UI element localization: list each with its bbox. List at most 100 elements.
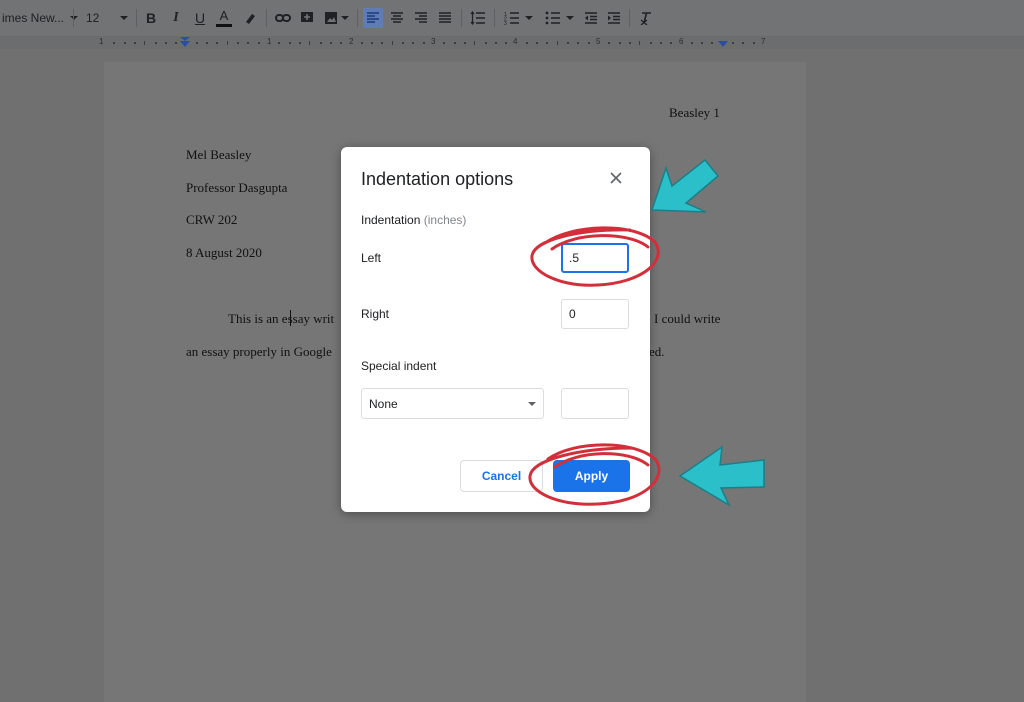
- left-indent-label: Left: [361, 251, 382, 265]
- ruler-number: 1: [99, 37, 104, 46]
- ruler-number: 3: [431, 37, 436, 46]
- decrease-indent-icon: [585, 12, 597, 24]
- apply-button[interactable]: Apply: [553, 460, 630, 492]
- italic-button[interactable]: I: [166, 8, 186, 28]
- right-indent-field[interactable]: 0: [561, 299, 629, 329]
- right-indent-marker[interactable]: [718, 41, 728, 47]
- ruler-tick: [505, 42, 507, 44]
- ruler-tick: [588, 42, 590, 44]
- ruler-tick: [381, 42, 383, 44]
- ruler-tick: [536, 42, 538, 44]
- indentation-section-label: Indentation (inches): [361, 213, 466, 227]
- ruler-tick: [165, 42, 167, 44]
- left-indent-value: .5: [569, 251, 580, 265]
- italic-icon: I: [173, 10, 179, 25]
- ruler-tick: [546, 42, 548, 44]
- doc-body-line1-left: This is an essay writ: [228, 311, 335, 326]
- ruler-tick: [361, 42, 363, 44]
- left-indent-marker[interactable]: [180, 41, 190, 47]
- increase-indent-icon: [608, 12, 620, 24]
- toolbar-divider: [357, 9, 358, 27]
- underline-button[interactable]: U: [190, 8, 210, 28]
- ruler-tick: [392, 41, 393, 45]
- ruler-tick: [278, 42, 280, 44]
- increase-indent-button[interactable]: [604, 8, 624, 28]
- ruler-tick: [619, 42, 621, 44]
- add-comment-button[interactable]: [297, 8, 317, 28]
- text-color-button[interactable]: A: [214, 8, 234, 28]
- align-center-icon: [391, 12, 403, 23]
- ruler-tick: [309, 41, 310, 45]
- section-unit-hint: (inches): [423, 213, 467, 227]
- numbered-list-button[interactable]: 123: [501, 8, 535, 28]
- align-left-button[interactable]: [363, 8, 383, 28]
- ruler-tick: [670, 42, 672, 44]
- decrease-indent-button[interactable]: [581, 8, 601, 28]
- clear-formatting-button[interactable]: [636, 8, 656, 28]
- align-right-button[interactable]: [411, 8, 431, 28]
- special-indent-amount-field[interactable]: [561, 388, 629, 419]
- ruler-tick: [402, 42, 404, 44]
- toolbar-divider: [73, 9, 74, 27]
- ruler-tick: [526, 42, 528, 44]
- ruler-tick: [629, 42, 631, 44]
- left-indent-field[interactable]: .5: [561, 243, 629, 273]
- cancel-button[interactable]: Cancel: [460, 460, 543, 492]
- justify-button[interactable]: [435, 8, 455, 28]
- special-indent-selected: None: [369, 396, 398, 411]
- link-button[interactable]: [273, 8, 293, 28]
- doc-line-date: 8 August 2020: [186, 245, 262, 260]
- line-spacing-button[interactable]: [468, 8, 488, 28]
- close-button[interactable]: [607, 169, 625, 187]
- section-title: Indentation: [361, 213, 421, 227]
- bold-icon: B: [145, 10, 157, 26]
- font-family-dropdown[interactable]: imes New...: [0, 8, 79, 28]
- toolbar-divider: [461, 9, 462, 27]
- ruler-tick: [454, 42, 456, 44]
- ruler-tick: [340, 42, 342, 44]
- bulleted-list-button[interactable]: [542, 8, 576, 28]
- font-size-value: 12: [86, 11, 100, 25]
- ruler-tick: [155, 42, 157, 44]
- ruler-number: 2: [349, 37, 354, 46]
- ruler-number: 1: [267, 37, 272, 46]
- justify-icon: [439, 12, 451, 23]
- ruler-tick: [691, 42, 693, 44]
- ruler-tick: [237, 42, 239, 44]
- ruler-tick: [216, 42, 218, 44]
- highlight-button[interactable]: [240, 8, 260, 28]
- ruler-tick: [134, 42, 136, 44]
- indentation-options-dialog: Indentation options Indentation (inches)…: [341, 147, 650, 512]
- text-color-icon: A: [216, 9, 232, 27]
- ruler-tick: [144, 41, 145, 45]
- close-icon: [610, 172, 622, 184]
- ruler-tick: [557, 41, 558, 45]
- insert-image-button[interactable]: [321, 8, 351, 28]
- bold-button[interactable]: B: [141, 8, 161, 28]
- doc-line-course: CRW 202: [186, 212, 238, 227]
- ruler-tick: [289, 42, 291, 44]
- special-indent-select[interactable]: None: [361, 388, 544, 419]
- chevron-down-icon: [565, 16, 574, 20]
- ruler-tick: [485, 42, 487, 44]
- ruler-tick: [113, 42, 115, 44]
- chevron-down-icon: [524, 16, 533, 20]
- ruler-tick: [412, 42, 414, 44]
- bulleted-list-icon: [545, 11, 560, 25]
- clear-formatting-icon: [640, 12, 651, 25]
- ruler-tick: [320, 42, 322, 44]
- ruler-tick: [443, 42, 445, 44]
- chevron-down-icon: [70, 16, 79, 20]
- ruler-tick: [258, 42, 260, 44]
- ruler-tick: [227, 41, 228, 45]
- ruler: 1 1 2 3 4 5 6 7: [0, 37, 1024, 49]
- doc-line-name: Mel Beasley: [186, 147, 252, 162]
- font-size-dropdown[interactable]: 12: [80, 8, 130, 28]
- ruler-tick: [732, 42, 734, 44]
- ruler-tick: [206, 42, 208, 44]
- ruler-tick: [753, 42, 755, 44]
- toolbar-divider: [629, 9, 630, 27]
- align-center-button[interactable]: [387, 8, 407, 28]
- ruler-number: 6: [679, 37, 684, 46]
- ruler-tick: [423, 42, 425, 44]
